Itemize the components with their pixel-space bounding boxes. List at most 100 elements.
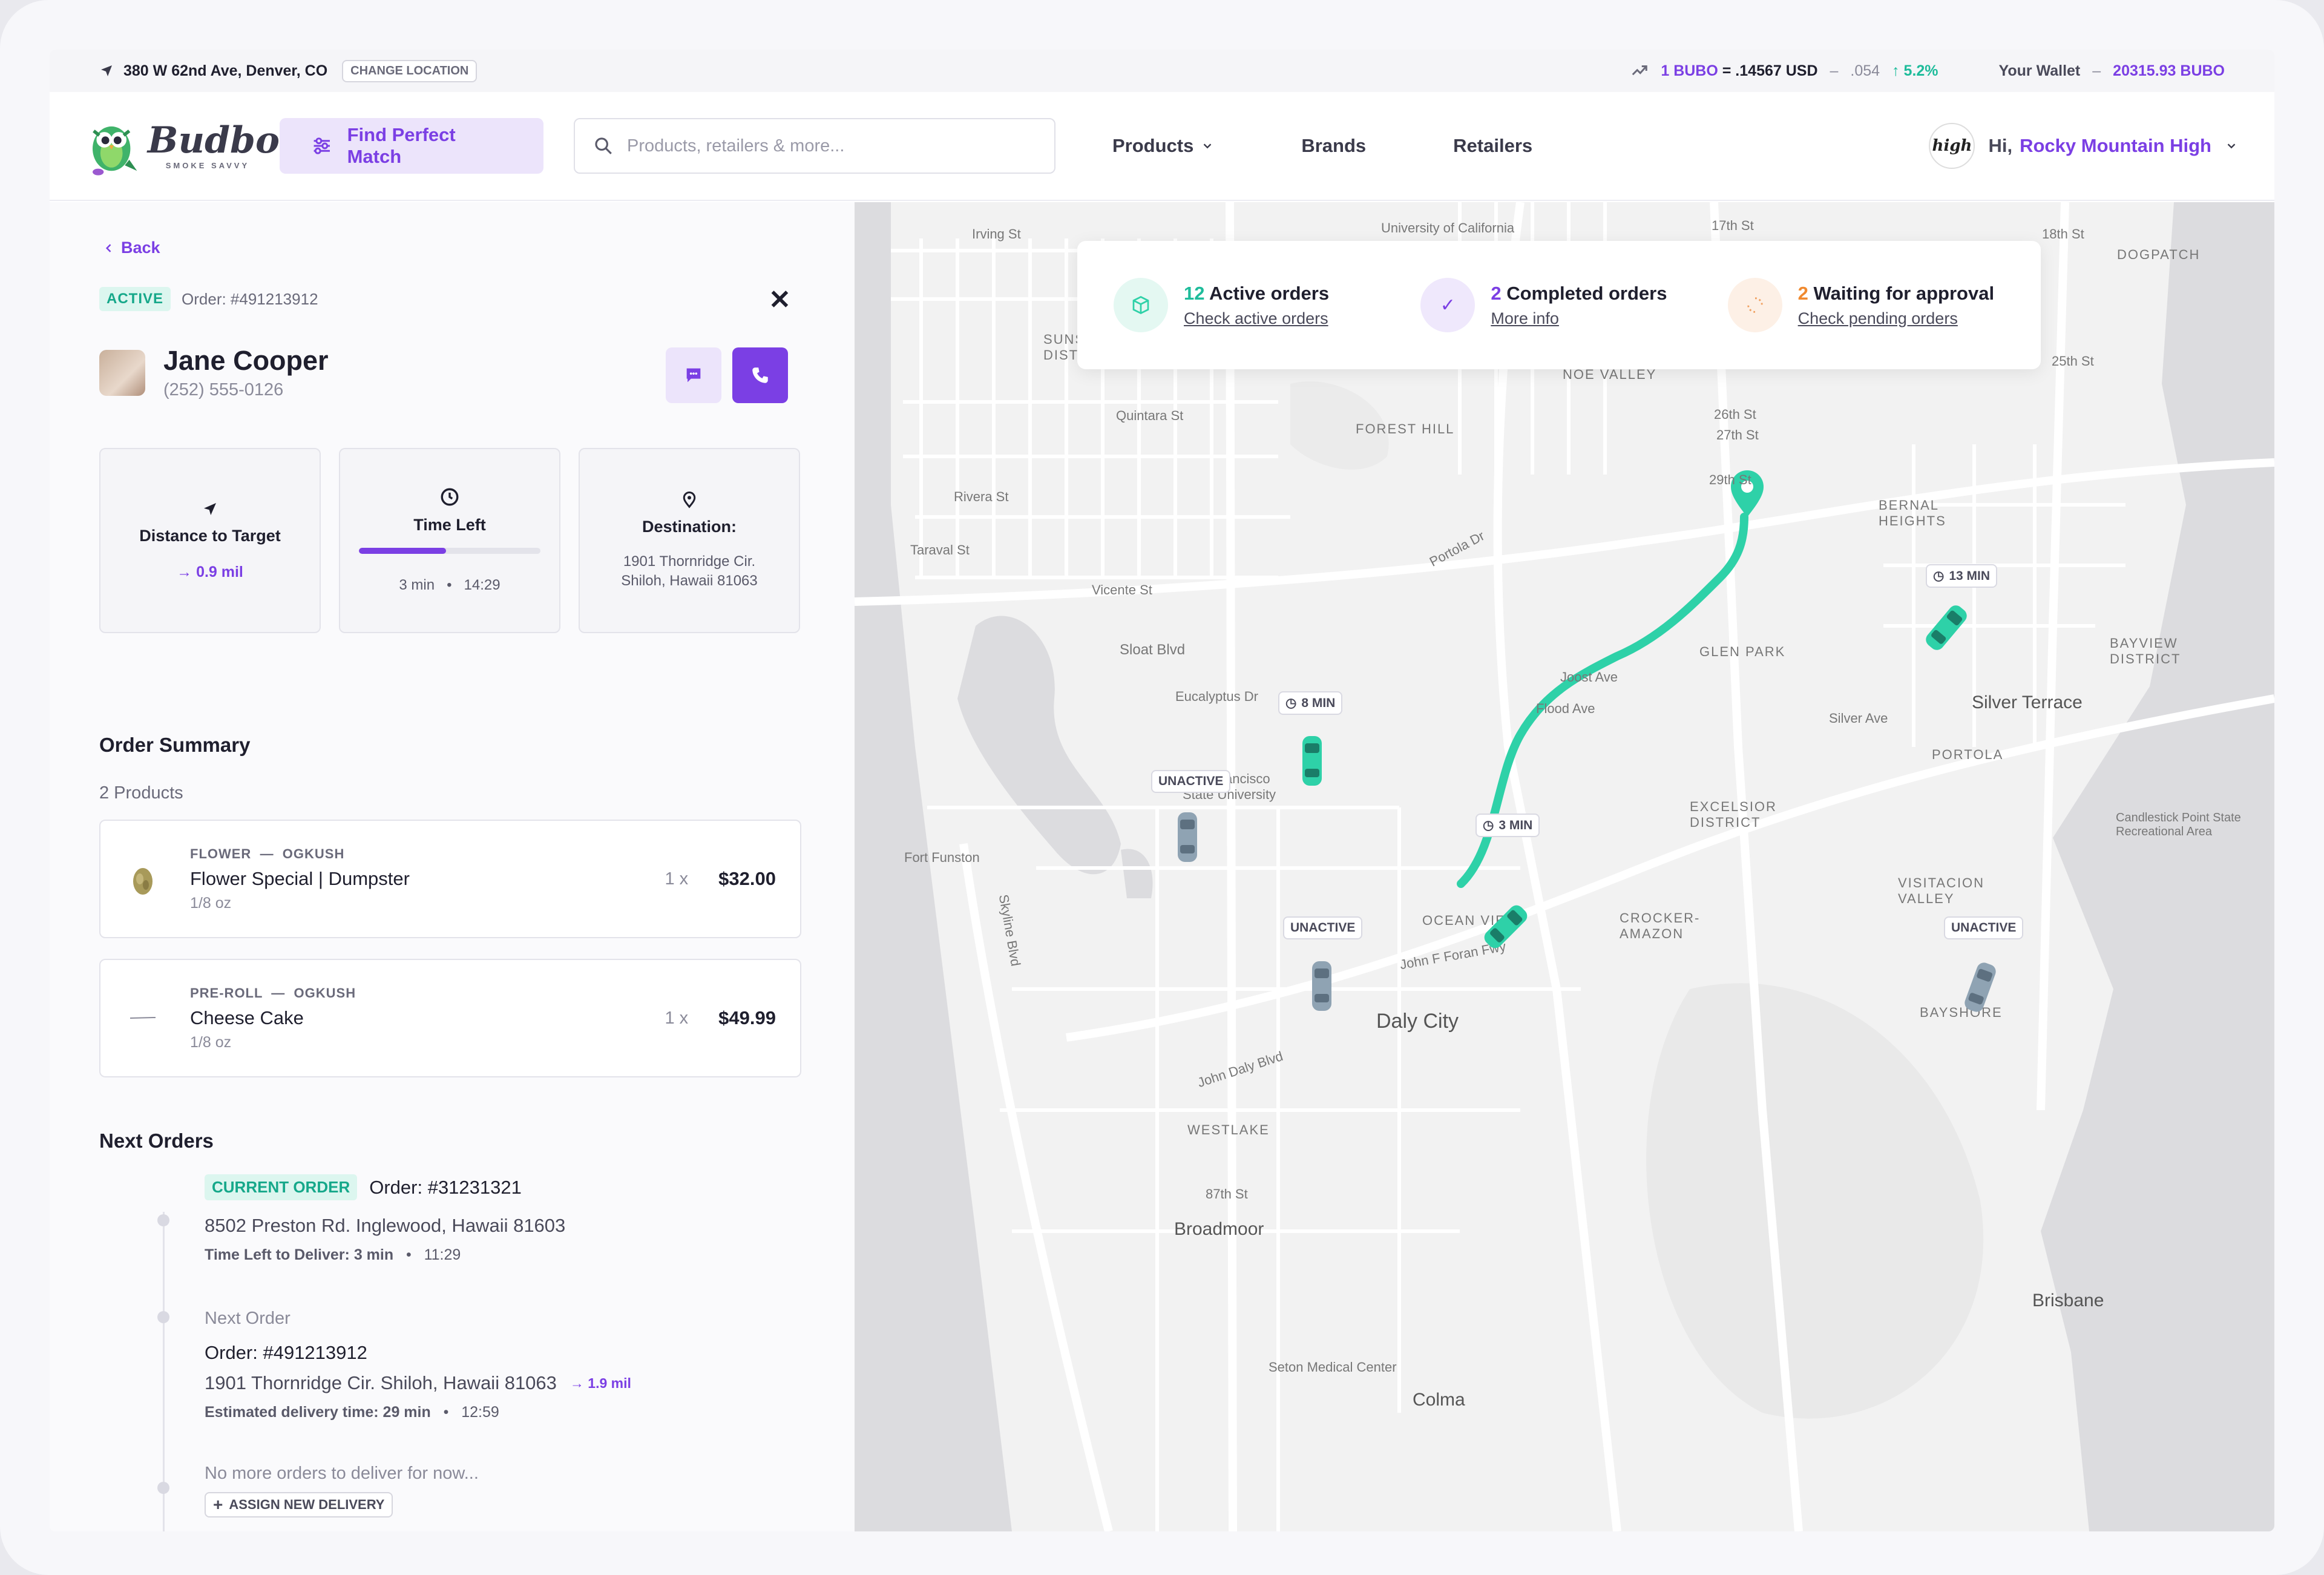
search-input[interactable]: Products, retailers & more...	[574, 118, 1055, 174]
chevron-down-icon	[2227, 143, 2236, 149]
user-name: Rocky Mountain High	[2020, 135, 2211, 156]
order-panel: Back ACTIVE Order: #491213912 ✕ Jane Coo…	[50, 202, 855, 1531]
status-badge: ACTIVE	[99, 287, 171, 311]
map-label: Broadmoor	[1174, 1219, 1264, 1239]
call-button[interactable]	[732, 347, 788, 403]
logo[interactable]: Budbo SMOKE SAVVY	[86, 113, 280, 179]
map-label: Vicente St	[1092, 582, 1152, 597]
route-layer	[1457, 470, 1764, 888]
current-order-number: Order: #31231321	[369, 1176, 522, 1198]
close-icon[interactable]: ✕	[769, 287, 791, 314]
time-progress-bar	[359, 547, 540, 554]
nav-products[interactable]: Products	[1112, 135, 1214, 157]
message-button[interactable]	[666, 347, 721, 403]
check-pending-orders-link[interactable]: Check pending orders	[1798, 309, 1994, 328]
assign-new-delivery-button[interactable]: + ASSIGN NEW DELIVERY	[205, 1492, 393, 1517]
check-active-orders-link[interactable]: Check active orders	[1184, 309, 1329, 328]
map-label: Silver Ave	[1829, 711, 1888, 726]
nav-retailers[interactable]: Retailers	[1453, 135, 1532, 157]
active-orders-count: 12	[1184, 282, 1205, 304]
car-icon[interactable]	[1310, 959, 1334, 1013]
next-order-dot: •	[443, 1404, 449, 1421]
chevron-down-icon	[1204, 143, 1212, 149]
distance-value-text: 0.9 mil	[196, 564, 243, 580]
clock-icon: ◷	[1483, 818, 1494, 832]
eta-pill: ◷ 13 MIN	[1926, 564, 1998, 588]
time-left-clock: 14:29	[464, 576, 501, 593]
product-category-sep: —	[271, 985, 286, 1001]
more-info-link[interactable]: More info	[1491, 309, 1667, 328]
customer-info: Jane Cooper (252) 555-0126	[99, 345, 329, 400]
destination-title: Destination:	[642, 518, 737, 536]
customer-phone: (252) 555-0126	[163, 380, 284, 400]
waiting-approval-stat: 2 Waiting for approval Check pending ord…	[1727, 278, 2004, 332]
product-row[interactable]: FLOWER — OGKUSH Flower Special | Dumpste…	[99, 820, 801, 938]
distance-value: → 0.9 mil	[177, 564, 243, 580]
preroll-thumbnail	[125, 1000, 161, 1036]
navigation-arrow-icon	[204, 503, 216, 515]
nav-brands[interactable]: Brands	[1301, 135, 1366, 157]
orders-stats-card: 12 Active orders Check active orders ✓ 2…	[1077, 241, 2041, 369]
greeting: Hi,	[1988, 135, 2013, 156]
map-label: Quintara St	[1116, 408, 1184, 423]
car-icon[interactable]	[1175, 810, 1200, 864]
next-order-distance: → 1.9 mil	[570, 1375, 631, 1391]
next-order-time: Estimated delivery time: 29 min • 12:59	[205, 1404, 631, 1421]
time-left-title: Time Left	[413, 515, 486, 534]
destination-address: 1901 Thornridge Cir. Shiloh, Hawaii 8106…	[621, 552, 757, 590]
map-label: FOREST HILL	[1356, 421, 1455, 436]
user-menu[interactable]: high Hi, Rocky Mountain High	[1929, 123, 2238, 169]
product-qty: 1 x	[665, 869, 689, 889]
unactive-pill: UNACTIVE	[1944, 916, 2024, 939]
box-icon	[1114, 278, 1168, 332]
nav-products-label: Products	[1112, 135, 1194, 156]
map-label: 87th St	[1206, 1186, 1248, 1202]
map-label: Sloat Blvd	[1120, 642, 1186, 658]
product-row[interactable]: PRE-ROLL — OGKUSH Cheese Cake 1/8 oz 1 x…	[99, 959, 801, 1077]
product-qty: 1 x	[665, 1008, 689, 1028]
car-icon[interactable]	[1300, 734, 1324, 788]
find-perfect-match-button[interactable]: Find Perfect Match	[280, 118, 543, 174]
current-order-item[interactable]: CURRENT ORDER Order: #31231321 8502 Pres…	[205, 1174, 565, 1264]
unactive-pill: UNACTIVE	[1151, 770, 1231, 793]
exchange-icon	[1632, 65, 1648, 76]
map-label: Joost Ave	[1560, 669, 1618, 685]
next-orders-title: Next Orders	[99, 1129, 214, 1152]
product-price: $32.00	[718, 868, 776, 889]
map[interactable]: Irving St University of California 17th …	[855, 202, 2274, 1531]
clock-icon: ◷	[1285, 696, 1297, 710]
nav-retailers-label: Retailers	[1453, 135, 1533, 156]
change-location-button[interactable]: CHANGE LOCATION	[342, 59, 478, 82]
wallet-value: 20315.93 BUBO	[2113, 62, 2225, 79]
distance-title: Distance to Target	[139, 527, 281, 545]
avatar: high	[1929, 123, 1975, 169]
time-left-card: Time Left 3 min • 14:29	[339, 448, 560, 633]
distance-card: Distance to Target → 0.9 mil	[99, 448, 321, 633]
destination-card: Destination: 1901 Thornridge Cir. Shiloh…	[579, 448, 800, 633]
completed-orders-label: 2 Completed orders	[1491, 283, 1667, 304]
next-order-item[interactable]: Next Order Order: #491213912 1901 Thornr…	[205, 1309, 631, 1421]
search-icon	[595, 137, 612, 154]
chevron-left-icon	[105, 243, 111, 252]
back-link[interactable]: Back	[103, 238, 160, 257]
wallet-label: Your Wallet	[1998, 62, 2081, 79]
loading-icon	[1727, 278, 1782, 332]
time-left-dot: •	[447, 576, 452, 593]
assign-new-delivery-label: ASSIGN NEW DELIVERY	[229, 1497, 385, 1512]
map-label: Eucalyptus Dr	[1175, 689, 1258, 704]
unactive-pill: UNACTIVE	[1283, 916, 1363, 939]
next-order-address: 1901 Thornridge Cir. Shiloh, Hawaii 8106…	[205, 1372, 557, 1393]
map-label: Colma	[1413, 1390, 1465, 1410]
time-left-values: 3 min • 14:29	[399, 576, 500, 594]
next-order-distance-text: 1.9 mil	[588, 1375, 631, 1391]
wallet-dash: –	[2092, 62, 2101, 79]
current-order-clock: 11:29	[424, 1246, 461, 1263]
delivery-stats: Distance to Target → 0.9 mil Time Left 3…	[99, 448, 800, 633]
product-price: $49.99	[718, 1007, 776, 1028]
wallet-info: 1 BUBO = .14567 USD – .054 ↑ 5.2% Your W…	[1630, 62, 2225, 80]
plus-icon: +	[213, 1495, 223, 1514]
logo-name: Budbo	[147, 119, 280, 162]
map-label: 27th St	[1716, 427, 1759, 442]
completed-orders-text: Completed orders	[1506, 282, 1667, 304]
timeline-dot	[157, 1311, 169, 1323]
